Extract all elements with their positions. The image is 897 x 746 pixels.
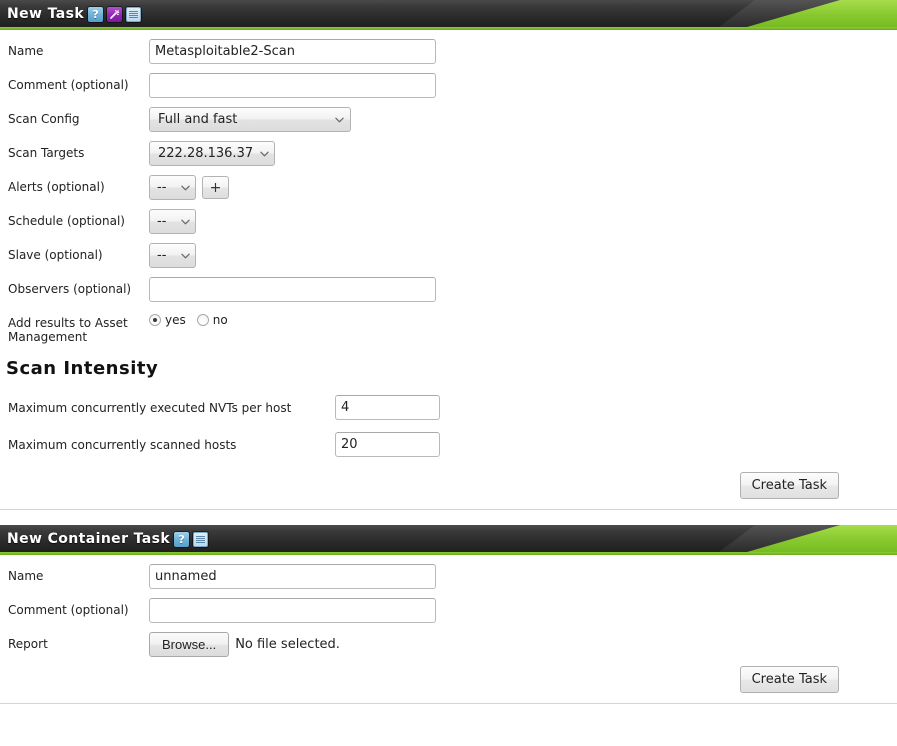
new-task-panel: New Task ? Name Comment (optional) xyxy=(0,0,897,509)
form-row-name: Name xyxy=(0,39,897,64)
new-container-task-header: New Container Task ? xyxy=(0,525,897,552)
wizard-icon[interactable] xyxy=(107,6,123,22)
form-row-comment: Comment (optional) xyxy=(0,73,897,98)
scan-config-select[interactable]: Full and fast xyxy=(149,107,351,132)
observers-input[interactable] xyxy=(149,277,436,302)
alerts-label: Alerts (optional) xyxy=(8,180,105,194)
slave-value: -- xyxy=(157,248,167,263)
comment-label: Comment (optional) xyxy=(8,78,129,92)
form-row-max-hosts: Maximum concurrently scanned hosts xyxy=(0,426,897,463)
max-nvts-input[interactable] xyxy=(335,395,440,420)
asset-radio-yes-label: yes xyxy=(165,313,186,327)
scan-intensity-heading: Scan Intensity xyxy=(6,358,159,379)
browse-file-button[interactable]: Browse... xyxy=(149,632,230,657)
page-title: New Task xyxy=(7,5,85,22)
name-input[interactable] xyxy=(149,39,436,64)
new-container-task-form: Name Comment (optional) Report Browse...… xyxy=(0,555,897,703)
new-task-form: Name Comment (optional) Scan Config Full… xyxy=(0,30,897,509)
asset-management-label: Add results to Asset Management xyxy=(8,316,128,344)
slave-select[interactable]: -- xyxy=(149,243,196,268)
form-row-observers: Observers (optional) xyxy=(0,277,897,302)
container-name-label: Name xyxy=(8,569,44,583)
schedule-value: -- xyxy=(157,214,167,229)
alerts-select[interactable]: -- xyxy=(149,175,196,200)
asset-radio-no-label: no xyxy=(212,313,228,327)
report-label: Report xyxy=(8,637,48,651)
schedule-label: Schedule (optional) xyxy=(8,214,125,228)
help-icon[interactable]: ? xyxy=(88,6,104,22)
chevron-down-icon xyxy=(181,253,190,258)
create-task-button[interactable]: Create Task xyxy=(739,472,839,499)
schedule-select[interactable]: -- xyxy=(149,209,196,234)
chevron-down-icon xyxy=(181,185,190,190)
asset-radio-no[interactable]: no xyxy=(196,313,228,327)
form-row-scan-targets: Scan Targets 222.28.136.37 xyxy=(0,141,897,166)
new-task-header: New Task ? xyxy=(0,0,897,27)
scan-targets-select[interactable]: 222.28.136.37 xyxy=(149,141,275,166)
file-status-text: No file selected. xyxy=(235,637,340,652)
form-row-scan-config: Scan Config Full and fast xyxy=(0,107,897,132)
list-icon[interactable] xyxy=(126,6,142,22)
asset-management-radio-group: yes no xyxy=(149,311,234,327)
container-name-input[interactable] xyxy=(149,564,436,589)
add-alert-button[interactable]: + xyxy=(202,176,229,199)
alerts-value: -- xyxy=(157,180,167,195)
form-row-max-nvts: Maximum concurrently executed NVTs per h… xyxy=(0,389,897,426)
scan-config-value: Full and fast xyxy=(158,112,238,127)
radio-no-indicator xyxy=(196,314,209,326)
max-hosts-input[interactable] xyxy=(335,432,440,457)
create-container-task-button[interactable]: Create Task xyxy=(739,666,839,693)
form-row-container-name: Name xyxy=(0,564,897,589)
comment-input[interactable] xyxy=(149,73,436,98)
form-row-container-comment: Comment (optional) xyxy=(0,598,897,623)
scan-targets-label: Scan Targets xyxy=(8,146,85,160)
new-container-task-panel: New Container Task ? Name Comment (optio… xyxy=(0,525,897,703)
name-label: Name xyxy=(8,44,44,58)
max-hosts-label: Maximum concurrently scanned hosts xyxy=(8,437,237,452)
container-comment-input[interactable] xyxy=(149,598,436,623)
help-icon[interactable]: ? xyxy=(174,531,190,547)
chevron-down-icon xyxy=(335,117,344,122)
slave-label: Slave (optional) xyxy=(8,248,103,262)
form-row-schedule: Schedule (optional) -- xyxy=(0,209,897,234)
list-icon[interactable] xyxy=(193,531,209,547)
asset-radio-yes[interactable]: yes xyxy=(149,313,186,327)
bottom-divider xyxy=(0,703,897,704)
form-row-alerts: Alerts (optional) -- + xyxy=(0,175,897,200)
scan-config-label: Scan Config xyxy=(8,112,80,126)
radio-yes-indicator xyxy=(149,314,161,326)
container-comment-label: Comment (optional) xyxy=(8,603,129,617)
form-row-report: Report Browse... No file selected. xyxy=(0,632,897,657)
container-page-title: New Container Task xyxy=(7,530,171,547)
chevron-down-icon xyxy=(260,151,269,156)
form-row-asset-management: Add results to Asset Management yes no xyxy=(0,311,897,344)
chevron-down-icon xyxy=(181,219,190,224)
form-row-slave: Slave (optional) -- xyxy=(0,243,897,268)
max-nvts-label: Maximum concurrently executed NVTs per h… xyxy=(8,400,292,415)
observers-label: Observers (optional) xyxy=(8,282,132,296)
scan-targets-value: 222.28.136.37 xyxy=(158,146,254,161)
